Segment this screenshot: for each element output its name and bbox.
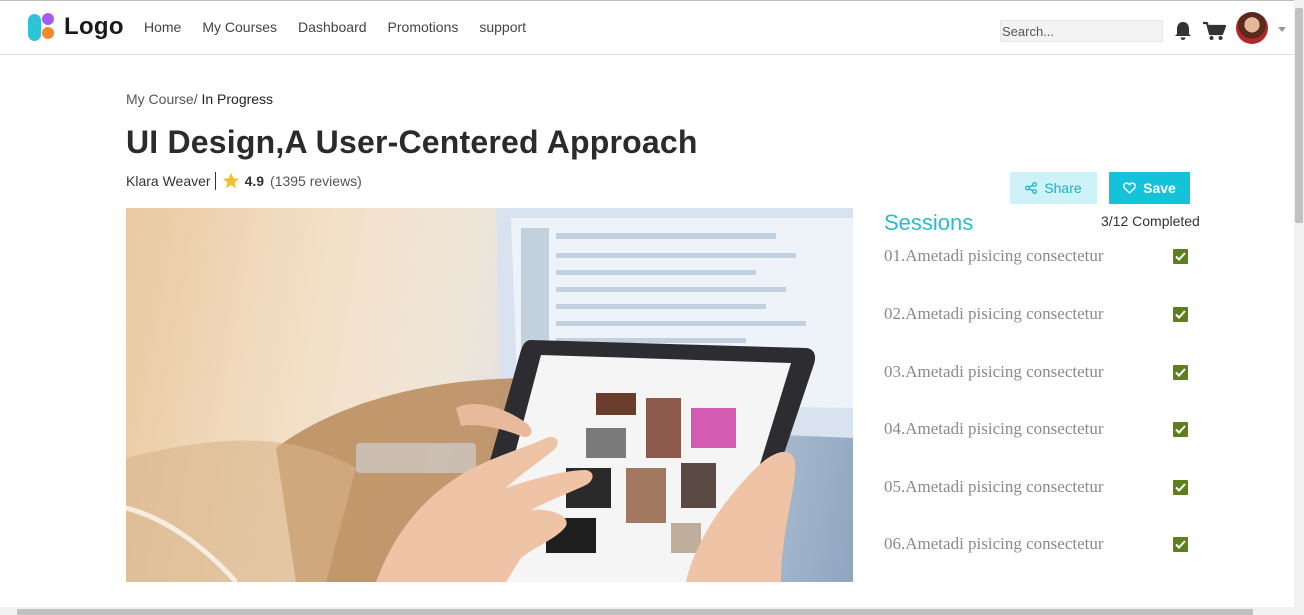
sessions-title: Sessions bbox=[884, 210, 974, 235]
share-icon bbox=[1025, 182, 1038, 194]
course-title: UI Design,A User-Centered Approach bbox=[126, 124, 698, 160]
session-item-06[interactable]: 06.Ametadi pisicing consectetur bbox=[884, 532, 1190, 556]
check-icon bbox=[1175, 424, 1186, 434]
nav-link-dashboard[interactable]: Dashboard bbox=[298, 19, 367, 35]
user-avatar[interactable] bbox=[1236, 12, 1268, 44]
check-icon bbox=[1175, 367, 1186, 377]
check-icon bbox=[1175, 482, 1186, 492]
vertical-scrollbar-thumb[interactable] bbox=[1295, 8, 1303, 223]
share-button-label: Share bbox=[1044, 180, 1082, 196]
breadcrumb-current: In Progress bbox=[197, 91, 274, 107]
session-item-04[interactable]: 04.Ametadi pisicing consectetur bbox=[884, 417, 1190, 441]
logo[interactable]: Logo bbox=[28, 12, 124, 42]
session-label: 04.Ametadi pisicing consectetur bbox=[884, 419, 1104, 438]
nav-link-my-courses[interactable]: My Courses bbox=[202, 19, 277, 35]
session-label: 03.Ametadi pisicing consectetur bbox=[884, 362, 1104, 381]
checkbox-checked-icon[interactable] bbox=[1173, 248, 1188, 264]
breadcrumb-parent[interactable]: My Course bbox=[126, 91, 194, 107]
course-cover-image bbox=[126, 208, 853, 582]
checkbox-checked-icon[interactable] bbox=[1173, 306, 1188, 322]
tablet-photo-illustration bbox=[126, 208, 853, 582]
bell-icon[interactable] bbox=[1174, 21, 1192, 41]
nav-links: Home My Courses Dashboard Promotions sup… bbox=[144, 19, 547, 35]
checkbox-checked-icon[interactable] bbox=[1173, 536, 1188, 552]
session-label: 06.Ametadi pisicing consectetur bbox=[884, 534, 1104, 553]
session-item-02[interactable]: 02.Ametadi pisicing consectetur bbox=[884, 302, 1190, 326]
share-button[interactable]: Share bbox=[1010, 172, 1097, 204]
session-label: 05.Ametadi pisicing consectetur bbox=[884, 477, 1104, 496]
star-icon bbox=[222, 172, 239, 189]
meta-divider bbox=[214, 172, 216, 190]
search-input[interactable] bbox=[1000, 20, 1163, 42]
chevron-down-icon[interactable] bbox=[1278, 27, 1286, 32]
course-meta: Klara Weaver 4.9 (1395 reviews) bbox=[126, 172, 362, 190]
heart-icon bbox=[1123, 182, 1137, 194]
course-reviews-count: (1395 reviews) bbox=[270, 173, 362, 189]
session-item-03[interactable]: 03.Ametadi pisicing consectetur bbox=[884, 360, 1190, 384]
checkbox-checked-icon[interactable] bbox=[1173, 479, 1188, 495]
nav-link-promotions[interactable]: Promotions bbox=[388, 19, 459, 35]
breadcrumb: My Course/ In Progress bbox=[126, 91, 273, 107]
checkbox-checked-icon[interactable] bbox=[1173, 364, 1188, 380]
check-icon bbox=[1175, 539, 1186, 549]
nav-link-support[interactable]: support bbox=[479, 19, 526, 35]
check-icon bbox=[1175, 309, 1186, 319]
cart-icon[interactable] bbox=[1203, 21, 1226, 41]
course-author[interactable]: Klara Weaver bbox=[126, 173, 211, 189]
top-navbar: Logo Home My Courses Dashboard Promotion… bbox=[0, 0, 1294, 55]
sessions-completed-count: 3/12 Completed bbox=[1101, 213, 1200, 229]
session-item-01[interactable]: 01.Ametadi pisicing consectetur bbox=[884, 244, 1190, 268]
save-button[interactable]: Save bbox=[1109, 172, 1190, 204]
session-item-05[interactable]: 05.Ametadi pisicing consectetur bbox=[884, 475, 1190, 499]
session-label: 01.Ametadi pisicing consectetur bbox=[884, 246, 1104, 265]
check-icon bbox=[1175, 251, 1186, 261]
nav-link-home[interactable]: Home bbox=[144, 19, 181, 35]
course-rating: 4.9 bbox=[244, 173, 265, 189]
session-label: 02.Ametadi pisicing consectetur bbox=[884, 304, 1104, 323]
save-button-label: Save bbox=[1143, 180, 1176, 196]
logo-mark-icon bbox=[28, 12, 58, 42]
checkbox-checked-icon[interactable] bbox=[1173, 421, 1188, 437]
logo-text: Logo bbox=[64, 13, 124, 40]
horizontal-scrollbar-thumb[interactable] bbox=[17, 609, 1253, 615]
